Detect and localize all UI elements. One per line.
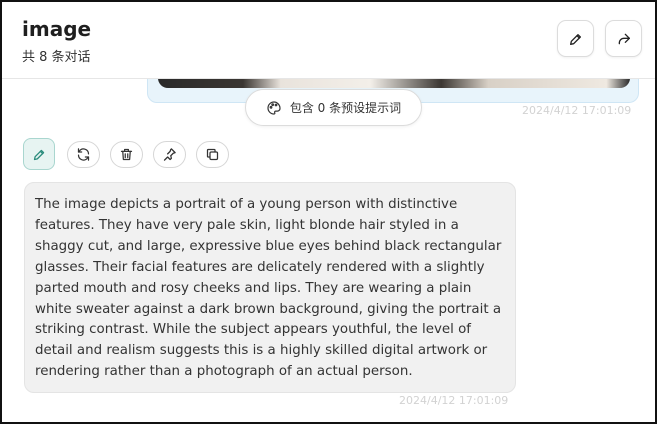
chat-header: image 共 8 条对话 <box>2 2 655 79</box>
copy-icon <box>205 147 220 162</box>
pin-message-button[interactable] <box>153 141 186 168</box>
regenerate-button[interactable] <box>67 141 100 168</box>
assistant-message-timestamp: 2024/4/12 17:01:09 <box>399 394 509 407</box>
share-button[interactable] <box>605 20 642 57</box>
copy-message-button[interactable] <box>196 141 229 168</box>
delete-message-button[interactable] <box>110 141 143 168</box>
conversation-count: 共 8 条对话 <box>22 50 91 65</box>
edit-message-button[interactable] <box>23 138 55 170</box>
pin-icon <box>162 147 177 162</box>
assistant-message-bubble: The image depicts a portrait of a young … <box>24 182 516 393</box>
share-icon <box>616 31 632 47</box>
chat-window: image 共 8 条对话 包含 0 条预设提示词 2024/4/12 17:0… <box>0 0 657 424</box>
page-title: image <box>22 17 92 41</box>
message-image[interactable] <box>158 79 630 88</box>
preset-prompts-label: 包含 0 条预设提示词 <box>289 101 402 115</box>
edit-title-button[interactable] <box>557 20 594 57</box>
pencil-icon <box>568 31 584 47</box>
refresh-icon <box>76 147 91 162</box>
message-action-bar <box>23 138 229 170</box>
pencil-icon <box>32 147 47 162</box>
user-message-timestamp: 2024/4/12 17:01:09 <box>522 104 632 117</box>
assistant-message-text: The image depicts a portrait of a young … <box>35 197 502 380</box>
palette-icon <box>266 100 282 116</box>
preset-prompts-badge[interactable]: 包含 0 条预设提示词 <box>245 89 422 126</box>
chat-body[interactable]: 包含 0 条预设提示词 2024/4/12 17:01:09 The image… <box>2 79 655 422</box>
trash-icon <box>119 147 134 162</box>
